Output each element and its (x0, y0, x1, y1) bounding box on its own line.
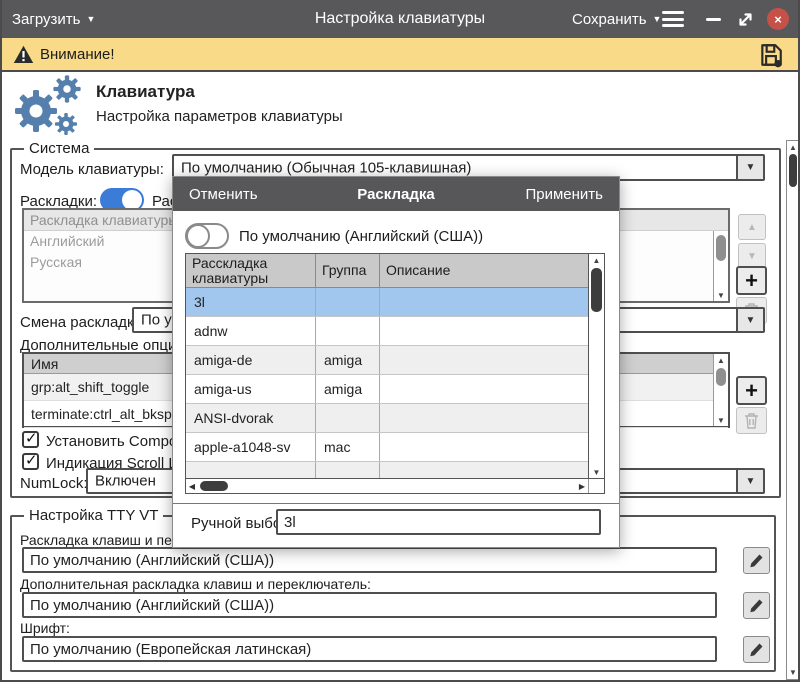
chevron-down-icon[interactable]: ▼ (736, 470, 763, 492)
tty-alt-layout-label: Дополнительная раскладка клавиш и перекл… (20, 576, 371, 592)
scroll-thumb[interactable] (789, 154, 797, 187)
dialog-title: Раскладка (357, 177, 434, 211)
layout-table-hscrollbar[interactable]: ◀ ▶ (185, 479, 605, 494)
close-button[interactable]: × (767, 8, 789, 30)
warning-banner: Внимание! (0, 38, 800, 72)
column-layout: Расскладка клавиатуры (186, 254, 316, 287)
scroll-right-icon[interactable]: ▶ (576, 482, 588, 491)
options-table-scrollbar[interactable]: ▲ ▼ (713, 354, 728, 426)
scroll-down-icon[interactable]: ▼ (787, 667, 799, 678)
add-option-button[interactable]: + (736, 376, 767, 405)
edit-tty-layout-button[interactable] (743, 547, 770, 574)
load-label: Загрузить (12, 11, 81, 28)
numlock-label: NumLock: (20, 475, 88, 492)
scroll-left-icon[interactable]: ◀ (186, 482, 198, 491)
close-icon: × (774, 12, 782, 27)
page-subtitle: Настройка параметров клавиатуры (96, 108, 343, 125)
warning-icon (13, 45, 34, 64)
scroll-down-icon[interactable]: ▼ (714, 414, 728, 426)
move-layout-up-button[interactable]: ▲ (738, 214, 766, 240)
chevron-down-icon: ▼ (653, 15, 662, 24)
expand-icon[interactable] (737, 11, 754, 28)
scroll-thumb[interactable] (200, 481, 228, 491)
compose-checkbox[interactable]: ✓ (22, 431, 39, 448)
cancel-button[interactable]: Отменить (189, 177, 258, 211)
scroll-thumb[interactable] (716, 368, 726, 386)
tty-font-input[interactable] (22, 636, 717, 662)
system-legend: Система (24, 140, 94, 157)
apply-button[interactable]: Применить (525, 177, 603, 211)
numlock-value: Включен (95, 473, 156, 490)
scroll-thumb[interactable] (591, 268, 602, 312)
delete-option-button[interactable] (736, 407, 767, 434)
pencil-icon (749, 642, 764, 657)
save-label: Сохранить (572, 11, 647, 28)
chevron-down-icon[interactable]: ▼ (736, 156, 763, 179)
scroll-up-icon[interactable]: ▲ (714, 354, 728, 366)
column-description: Описание (380, 254, 588, 287)
manual-select-input[interactable] (276, 509, 601, 535)
layout-table-scrollbar[interactable]: ▲ ▼ (588, 254, 604, 478)
pencil-icon (749, 553, 764, 568)
pencil-icon (749, 598, 764, 613)
chevron-down-icon[interactable]: ▼ (736, 309, 763, 331)
keyboard-model-label: Модель клавиатуры: (20, 161, 164, 178)
scroll-up-icon[interactable]: ▲ (787, 142, 799, 153)
tty-layout-label: Раскладка клавиш и пер (20, 532, 180, 548)
table-row[interactable]: amiga-de amiga (186, 346, 588, 375)
window-title: Настройка клавиатуры (315, 0, 485, 38)
layout-switch-label: Смена раскладки: (20, 314, 146, 331)
table-row (186, 462, 588, 479)
check-icon: ✓ (25, 429, 38, 447)
layout-picker-dialog: Отменить Раскладка Применить По умолчани… (172, 176, 620, 548)
tty-legend: Настройка TTY VT (24, 507, 163, 524)
titlebar: Загрузить ▼ Настройка клавиатуры Сохрани… (0, 0, 800, 38)
table-row[interactable]: ANSI-dvorak (186, 404, 588, 433)
main-scrollbar[interactable]: ▲ ▼ (786, 140, 800, 680)
load-menu-button[interactable]: Загрузить ▼ (12, 0, 95, 38)
column-group: Группа (316, 254, 380, 287)
layout-table[interactable]: Расскладка клавиатуры Группа Описание 3l… (185, 253, 605, 479)
table-row[interactable]: adnw (186, 317, 588, 346)
divider (173, 503, 619, 504)
dialog-header: Отменить Раскладка Применить (173, 177, 619, 211)
scroll-corner (588, 479, 604, 493)
keyboard-model-value: По умолчанию (Обычная 105-клавишная) (181, 159, 471, 176)
table-row-selected[interactable]: 3l (186, 288, 588, 317)
scroll-down-icon[interactable]: ▼ (714, 289, 728, 301)
edit-tty-font-button[interactable] (743, 636, 770, 663)
gears-icon (10, 74, 86, 138)
tty-layout-input[interactable] (22, 547, 717, 573)
add-layout-button[interactable]: + (736, 266, 767, 295)
layouts-list-scrollbar[interactable]: ▼ (713, 231, 728, 301)
scroll-thumb[interactable] (716, 235, 726, 261)
warning-text: Внимание! (40, 46, 115, 63)
scroll-down-icon[interactable]: ▼ (589, 466, 604, 478)
check-icon: ✓ (25, 451, 38, 469)
hscroll-track[interactable] (198, 479, 576, 493)
table-row[interactable]: apple-a1048-sv mac (186, 433, 588, 462)
table-row[interactable]: amiga-us amiga (186, 375, 588, 404)
edit-tty-alt-layout-button[interactable] (743, 592, 770, 619)
trash-icon (744, 412, 759, 429)
tty-font-label: Шрифт: (20, 620, 70, 636)
chevron-down-icon: ▼ (87, 15, 96, 24)
save-menu-button[interactable]: Сохранить ▼ (572, 0, 661, 38)
menu-icon[interactable] (662, 11, 684, 27)
scroll-up-icon[interactable]: ▲ (589, 254, 604, 266)
tty-alt-layout-input[interactable] (22, 592, 717, 618)
default-layout-toggle[interactable] (185, 223, 229, 249)
save-file-icon[interactable] (758, 42, 784, 68)
minimize-icon[interactable] (706, 18, 721, 21)
layout-table-header: Расскладка клавиатуры Группа Описание (186, 254, 588, 288)
keyboard-settings-window: Загрузить ▼ Настройка клавиатуры Сохрани… (0, 0, 800, 682)
default-layout-toggle-label: По умолчанию (Английский (США)) (239, 228, 483, 245)
scrolllock-checkbox[interactable]: ✓ (22, 453, 39, 470)
page-title: Клавиатура (96, 82, 195, 102)
